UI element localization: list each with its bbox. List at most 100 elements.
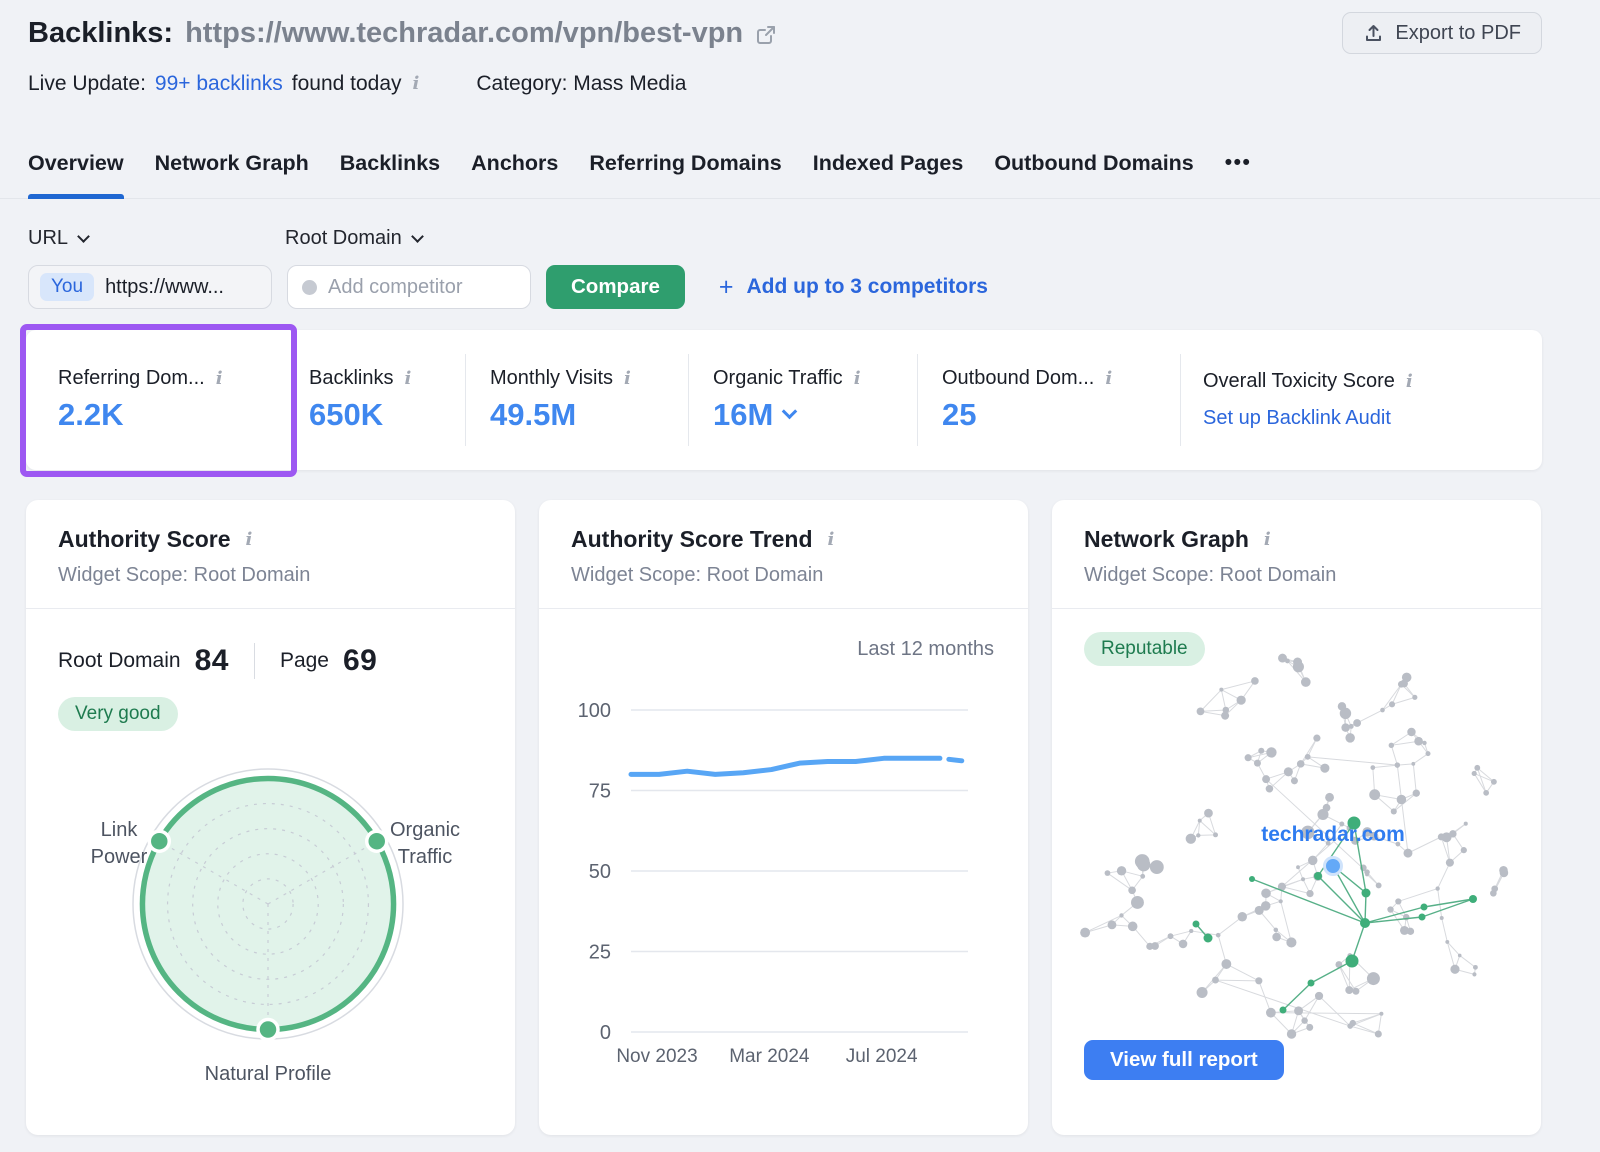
tabs-more-button[interactable]: •••	[1225, 148, 1252, 199]
referring-domains-value: 2.2K	[58, 397, 281, 433]
live-update-suffix: found today	[292, 72, 402, 96]
competitor-dot-icon	[302, 280, 317, 295]
referring-domains-label: Referring Dom...	[58, 367, 205, 390]
network-graph-title: Network Graph	[1084, 526, 1249, 553]
metric-toxicity-score: Overall Toxicity Score i Set up Backlink…	[1181, 370, 1542, 430]
toxicity-score-label: Overall Toxicity Score	[1203, 370, 1395, 393]
info-icon[interactable]: i	[214, 370, 225, 388]
live-update-info-icon[interactable]: i	[411, 75, 422, 93]
network-center-label[interactable]: techradar.com	[1261, 823, 1405, 847]
page-header: Backlinks: https://www.techradar.com/vpn…	[28, 12, 1542, 54]
root-domain-filter-label: Root Domain	[285, 227, 402, 250]
compare-button[interactable]: Compare	[546, 265, 685, 309]
export-pdf-button[interactable]: Export to PDF	[1342, 12, 1542, 54]
info-icon[interactable]: i	[1262, 531, 1273, 549]
organic-traffic-value-dropdown[interactable]: 16M	[713, 397, 917, 433]
root-domain-score-label: Root Domain	[58, 649, 181, 673]
tab-overview[interactable]: Overview	[28, 148, 124, 199]
competitor-input[interactable]	[328, 276, 516, 299]
root-domain-score-value: 84	[195, 644, 229, 678]
info-icon[interactable]: i	[852, 370, 863, 388]
svg-text:75: 75	[589, 781, 611, 803]
root-domain-filter-dropdown[interactable]: Root Domain	[285, 227, 422, 250]
authority-score-values: Root Domain 84 Page 69	[58, 643, 515, 679]
url-filter-label: URL	[28, 227, 68, 250]
url-filter-dropdown[interactable]: URL	[28, 227, 88, 250]
info-icon[interactable]: i	[826, 531, 837, 549]
card-authority-score-trend: Authority Score Trend i Widget Scope: Ro…	[539, 500, 1028, 1135]
page-score-value: 69	[343, 644, 377, 678]
metrics-bar: Referring Dom... i 2.2K Backlinks i 650K…	[26, 330, 1542, 470]
category-label: Category: Mass Media	[476, 72, 686, 96]
live-update-link[interactable]: 99+ backlinks	[155, 72, 283, 96]
metric-referring-domains: Referring Dom... i 2.2K	[26, 367, 281, 433]
outbound-domains-label: Outbound Dom...	[942, 367, 1094, 390]
svg-text:Traffic: Traffic	[398, 846, 452, 868]
metric-label: Outbound Dom... i	[942, 367, 1180, 390]
info-icon[interactable]: i	[244, 531, 255, 549]
info-icon[interactable]: i	[1103, 370, 1114, 388]
widget-scope-label: Widget Scope: Root Domain	[1084, 564, 1509, 587]
metric-organic-traffic: Organic Traffic i 16M	[689, 367, 917, 433]
svg-text:Mar 2024: Mar 2024	[729, 1046, 810, 1067]
you-url-input[interactable]: You https://www...	[28, 265, 272, 309]
page-title: Backlinks: https://www.techradar.com/vpn…	[28, 12, 777, 54]
setup-backlink-audit-link[interactable]: Set up Backlink Audit	[1203, 407, 1542, 430]
report-tabs: Overview Network Graph Backlinks Anchors…	[0, 148, 1600, 199]
add-competitors-link[interactable]: + Add up to 3 competitors	[719, 275, 988, 300]
backlinks-value: 650K	[309, 397, 465, 433]
card-header: Network Graph i Widget Scope: Root Domai…	[1052, 500, 1541, 609]
upload-icon	[1363, 23, 1384, 44]
widget-scope-label: Widget Scope: Root Domain	[571, 564, 996, 587]
plus-icon: +	[719, 275, 734, 300]
tab-indexed-pages[interactable]: Indexed Pages	[813, 148, 964, 199]
metric-label: Overall Toxicity Score i	[1203, 370, 1542, 393]
card-header: Authority Score Trend i Widget Scope: Ro…	[539, 500, 1028, 609]
backlinks-label: Backlinks	[309, 367, 393, 390]
tab-outbound-domains[interactable]: Outbound Domains	[994, 148, 1193, 199]
svg-text:Power: Power	[91, 846, 148, 868]
svg-text:Link: Link	[101, 819, 139, 841]
metric-label: Backlinks i	[309, 367, 465, 390]
card-title: Authority Score i	[58, 526, 483, 553]
tab-network-graph[interactable]: Network Graph	[155, 148, 309, 199]
svg-text:0: 0	[600, 1022, 611, 1044]
info-icon[interactable]: i	[622, 370, 633, 388]
view-full-report-button[interactable]: View full report	[1084, 1040, 1284, 1080]
svg-text:Organic: Organic	[390, 819, 460, 841]
tab-backlinks[interactable]: Backlinks	[340, 148, 440, 199]
tab-referring-domains[interactable]: Referring Domains	[589, 148, 781, 199]
add-competitors-label: Add up to 3 competitors	[746, 275, 988, 299]
metric-outbound-domains: Outbound Dom... i 25	[918, 367, 1180, 433]
you-url-value: https://www...	[105, 276, 224, 299]
authority-score-title: Authority Score	[58, 526, 231, 553]
external-link-icon[interactable]	[755, 24, 777, 46]
info-icon[interactable]: i	[1404, 373, 1415, 391]
svg-text:Natural Profile: Natural Profile	[205, 1063, 332, 1085]
page-title-prefix: Backlinks:	[28, 12, 173, 54]
card-title: Authority Score Trend i	[571, 526, 996, 553]
card-title: Network Graph i	[1084, 526, 1509, 553]
widget-scope-label: Widget Scope: Root Domain	[58, 564, 483, 587]
tab-anchors[interactable]: Anchors	[471, 148, 558, 199]
page-score-label: Page	[280, 649, 329, 673]
svg-text:100: 100	[578, 700, 611, 722]
page-title-url: https://www.techradar.com/vpn/best-vpn	[185, 12, 743, 54]
card-authority-score: Authority Score i Widget Scope: Root Dom…	[26, 500, 515, 1135]
organic-traffic-value: 16M	[713, 397, 773, 433]
info-icon[interactable]: i	[402, 370, 413, 388]
score-divider	[254, 643, 255, 679]
svg-text:25: 25	[589, 942, 611, 964]
authority-radar-chart: Link Power Organic Traffic Natural Profile	[26, 736, 515, 1116]
organic-traffic-label: Organic Traffic	[713, 367, 843, 390]
authority-trend-title: Authority Score Trend	[571, 526, 813, 553]
competitor-input-box[interactable]	[287, 265, 531, 309]
monthly-visits-label: Monthly Visits	[490, 367, 613, 390]
metric-label: Referring Dom... i	[58, 367, 281, 390]
subheader: Live Update: 99+ backlinks found today i…	[28, 72, 686, 96]
metric-label: Monthly Visits i	[490, 367, 688, 390]
metric-backlinks: Backlinks i 650K	[281, 367, 465, 433]
chevron-down-icon	[782, 404, 798, 420]
outbound-domains-value: 25	[942, 397, 1180, 433]
svg-text:Nov 2023: Nov 2023	[616, 1046, 697, 1067]
